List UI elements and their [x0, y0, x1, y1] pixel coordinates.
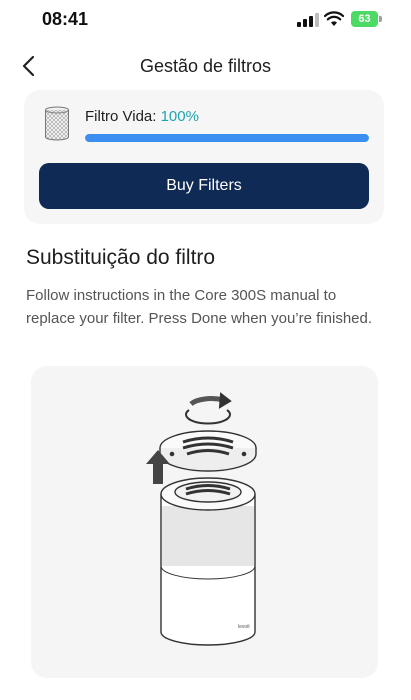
filter-cartridge-icon	[45, 106, 69, 141]
filter-life-row: Filtro Vida: 100%	[85, 108, 199, 125]
clock-time: 08:41	[42, 9, 89, 29]
battery-icon: 63	[351, 11, 378, 27]
purifier-diagram: levoit	[146, 392, 257, 646]
filter-replacement-illustration: levoit	[31, 366, 378, 678]
page-title: Gestão de filtros	[139, 56, 272, 76]
section-title: Substituição do filtro	[26, 246, 216, 269]
filter-life-progress-fill	[85, 134, 369, 142]
battery-level: 63	[358, 13, 371, 25]
filter-life-label: Filtro Vida:	[85, 108, 157, 125]
app-header: Gestão de filtros	[0, 44, 411, 88]
buy-filters-button[interactable]: Buy Filters	[39, 163, 369, 209]
status-bar: 08:41 63	[0, 0, 411, 40]
rotate-arrow-icon	[185, 392, 232, 425]
wifi-icon	[324, 11, 344, 26]
filter-status-card: Filtro Vida: 100% Buy Filters	[24, 90, 384, 224]
filter-life-progress	[85, 134, 369, 142]
purifier-body	[160, 477, 256, 646]
replacement-instructions: Follow instructions in the Core 300S man…	[26, 287, 373, 327]
battery-cap	[379, 16, 382, 22]
filter-life-value: 100%	[160, 108, 199, 125]
purifier-lid	[159, 430, 257, 472]
cellular-signal-icon	[297, 13, 319, 27]
purifier-brand-text: levoit	[238, 624, 250, 630]
